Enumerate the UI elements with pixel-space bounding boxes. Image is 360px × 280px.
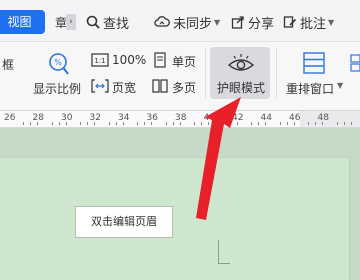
ruler-minor-tick xyxy=(108,122,110,125)
ruler-minor-tick xyxy=(87,122,89,125)
sync-chevron-icon: ▼ xyxy=(214,17,221,27)
cloud-sync-icon xyxy=(154,16,170,27)
ruler-minor-tick xyxy=(23,122,25,125)
document-page[interactable]: 双击编辑页眉 xyxy=(0,157,350,280)
ruler-tick-label: 30 xyxy=(61,113,73,123)
ruler-minor-tick xyxy=(229,122,231,125)
zoom-label: 显示比例 xyxy=(33,82,82,96)
ruler-tick-label: 40 xyxy=(203,113,215,123)
document-canvas[interactable]: 双击编辑页眉 xyxy=(0,128,360,280)
ruler-minor-tick xyxy=(286,122,288,125)
share-button[interactable]: 分享 xyxy=(231,12,274,32)
page-margin-corner-mark xyxy=(218,240,230,264)
multi-page-label: 多页 xyxy=(172,81,197,95)
ruler-minor-tick xyxy=(251,122,253,125)
ruler-minor-tick xyxy=(258,122,260,125)
ruler-minor-tick xyxy=(51,122,53,125)
ruler-tick-label: 32 xyxy=(89,113,101,123)
ruler-minor-tick xyxy=(201,122,203,125)
ruler-minor-tick xyxy=(80,122,82,125)
eye-protection-mode-button[interactable]: 护眼模式 xyxy=(210,47,270,99)
tab-more-button[interactable]: › xyxy=(66,14,76,30)
ruler-tick-label: 46 xyxy=(289,113,301,123)
eye-protection-label: 护眼模式 xyxy=(217,81,266,95)
annotate-label: 批注 xyxy=(300,16,327,32)
annotate-icon xyxy=(283,16,297,28)
window-split-icon[interactable] xyxy=(350,54,360,72)
svg-text:%: % xyxy=(54,58,62,67)
ruler-tick-label: 42 xyxy=(232,113,244,123)
zoom-percent-icon: % xyxy=(49,53,69,75)
rearrange-chevron-icon: ▼ xyxy=(337,81,344,90)
multi-page-icon xyxy=(152,79,168,93)
ruler-tick-label: 28 xyxy=(32,113,44,123)
ruler-minor-tick xyxy=(336,122,338,125)
ruler-tick-label: 34 xyxy=(118,113,130,123)
rearrange-window-label: 重排窗口 xyxy=(286,82,335,96)
ruler-tick-label: 26 xyxy=(4,113,16,123)
annotate-chevron-icon: ▼ xyxy=(328,17,335,27)
ruler-tick-label: 44 xyxy=(260,113,272,123)
ruler-minor-tick xyxy=(279,122,281,125)
rearrange-window-icon xyxy=(303,52,325,74)
annotate-button[interactable]: 批注 ▼ xyxy=(283,12,334,32)
svg-text:1:1: 1:1 xyxy=(94,57,105,65)
ruler-minor-tick xyxy=(308,122,310,125)
ruler-minor-tick xyxy=(194,122,196,125)
ribbon-divider xyxy=(276,48,277,98)
single-page-label: 单页 xyxy=(172,55,197,69)
ruler-tick-label: 38 xyxy=(175,113,187,123)
share-icon xyxy=(231,16,244,29)
ruler-tick-label: 48 xyxy=(317,113,329,123)
horizontal-ruler[interactable]: 26 28 30 32 34 36 38 40 42 44 46 48 xyxy=(0,110,360,128)
tab-view[interactable]: 视图 xyxy=(0,10,45,34)
frame-label[interactable]: 框 xyxy=(2,56,14,73)
ruler-minor-tick xyxy=(137,122,139,125)
zoom-100-label: 100% xyxy=(112,53,147,67)
ruler-minor-tick xyxy=(144,122,146,125)
ruler-minor-tick xyxy=(30,122,32,125)
search-icon xyxy=(86,15,100,29)
ruler-minor-tick xyxy=(172,122,174,125)
ruler-minor-tick xyxy=(315,122,317,125)
edit-header-tooltip: 双击编辑页眉 xyxy=(75,206,173,238)
page-width-icon xyxy=(91,79,109,93)
ruler-minor-tick xyxy=(165,122,167,125)
ruler-tick-label: 36 xyxy=(146,113,158,123)
ruler-minor-tick xyxy=(58,122,60,125)
view-ribbon: 框 % 显示比例 1:1 100% 页宽 单页 多页 护眼模式 重排窗口 ▼ xyxy=(0,42,360,110)
eye-icon xyxy=(227,54,255,71)
ruler-minor-tick xyxy=(343,122,345,125)
single-page-icon xyxy=(154,52,166,68)
sync-button[interactable]: 未同步 ▼ xyxy=(154,12,220,32)
search-label: 查找 xyxy=(103,16,130,32)
ruler-minor-tick xyxy=(115,122,117,125)
share-label: 分享 xyxy=(248,16,275,32)
ruler-minor-tick xyxy=(222,122,224,125)
actual-size-icon: 1:1 xyxy=(91,53,109,67)
page-width-label: 页宽 xyxy=(112,81,137,95)
ruler-minor-tick xyxy=(350,122,352,125)
sync-label: 未同步 xyxy=(173,16,213,32)
menu-tab-bar: 视图 章 › 查找 未同步 ▼ 分享 批注 ▼ xyxy=(0,0,360,42)
ribbon-divider xyxy=(205,48,206,98)
search-button[interactable]: 查找 xyxy=(86,12,129,32)
